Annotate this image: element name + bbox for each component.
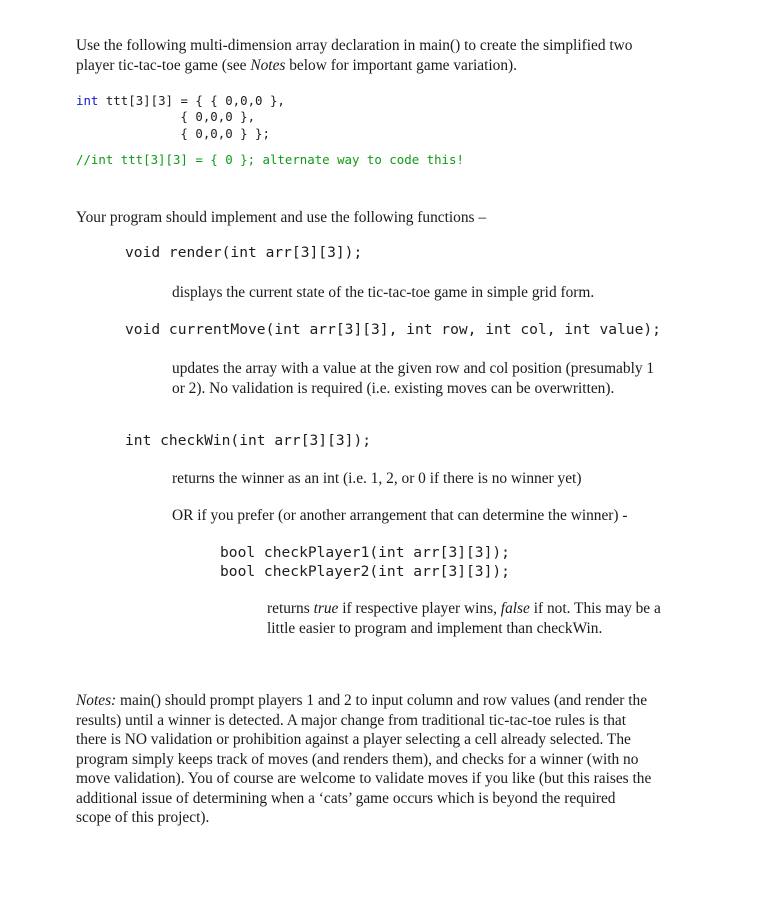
code-block-array-declaration: int ttt[3][3] = { { 0,0,0 }, { 0,0,0 }, … [76,93,285,142]
intro-line-2-after: below for important game variation). [285,56,518,74]
document-page: Use the following multi-dimension array … [0,0,771,913]
description-current-move: updates the array with a value at the gi… [172,360,655,397]
code-comment-alternate: //int ttt[3][3] = { 0 }; alternate way t… [76,152,464,167]
signature-render: void render(int arr[3][3]); [125,244,363,261]
code-keyword-int: int [76,93,99,108]
signature-current-move: void currentMove(int arr[3][3], int row,… [125,321,661,338]
intro-line-1: Use the following multi-dimension array … [76,37,606,54]
signature-check-player-1: bool checkPlayer1(int arr[3][3]); [220,544,510,561]
code-declaration-line-2: { 0,0,0 }, [76,109,256,125]
signature-check-player-pair: bool checkPlayer1(int arr[3][3]); bool c… [220,543,510,581]
description-check-player: returns true if respective player wins, … [267,599,667,638]
code-block-alternate-comment: //int ttt[3][3] = { 0 }; alternate way t… [76,152,464,168]
implement-functions-line: Your program should implement and use th… [76,209,487,226]
check-player-desc-before: returns [267,600,314,617]
check-player-desc-mid: if respective player wins, [338,600,501,617]
intro-notes-emphasis: Notes [250,56,286,74]
notes-label: Notes: [76,692,117,709]
signature-check-player-2: bool checkPlayer2(int arr[3][3]); [220,563,510,580]
alternative-arrangement-line: OR if you prefer (or another arrangement… [172,507,628,524]
code-declaration-line-3: { 0,0,0 } }; [76,125,270,141]
check-player-true-emphasis: true [313,600,339,617]
notes-body: main() should prompt players 1 and 2 to … [76,692,652,826]
intro-paragraph: Use the following multi-dimension array … [76,36,642,75]
code-declaration-line-1: ttt[3][3] = { { 0,0,0 }, [98,93,285,108]
notes-paragraph: Notes: main() should prompt players 1 an… [76,691,654,828]
signature-check-win: int checkWin(int arr[3][3]); [125,432,372,449]
description-check-win: returns the winner as an int (i.e. 1, 2,… [172,470,582,487]
description-render: displays the current state of the tic-ta… [172,284,595,301]
check-player-false-emphasis: false [500,600,530,617]
